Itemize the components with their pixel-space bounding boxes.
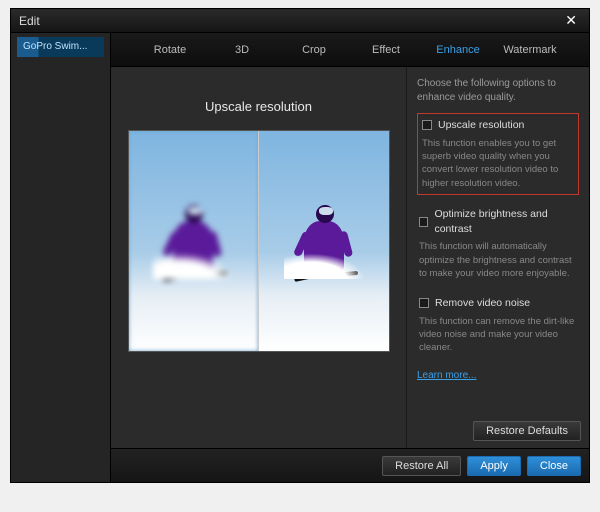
tab-crop[interactable]: Crop xyxy=(278,33,350,67)
footer-bar: Restore Defaults Restore All Apply Close xyxy=(111,448,589,482)
restore-defaults-button[interactable]: Restore Defaults xyxy=(473,421,581,441)
apply-button[interactable]: Apply xyxy=(467,456,521,476)
before-image xyxy=(129,131,259,351)
learn-more-link[interactable]: Learn more... xyxy=(417,369,476,383)
option-brightness: Optimize brightness and contrast This fu… xyxy=(417,203,579,284)
checkbox-brightness[interactable]: Optimize brightness and contrast xyxy=(419,207,577,236)
preview-title: Upscale resolution xyxy=(205,99,312,114)
close-button[interactable]: Close xyxy=(527,456,581,476)
option-desc: This function can remove the dirt-like v… xyxy=(419,315,577,355)
edit-window: Edit ✕ GoPro Swim... Rotate 3D Crop Effe… xyxy=(10,8,590,483)
tab-3d[interactable]: 3D xyxy=(206,33,278,67)
clip-thumbnail[interactable]: GoPro Swim... xyxy=(17,37,104,57)
preview-pane: Upscale resolution Before After xyxy=(111,67,406,448)
checkbox-upscale[interactable]: Upscale resolution xyxy=(422,118,574,133)
checkbox-icon xyxy=(419,298,429,308)
option-desc: This function enables you to get superb … xyxy=(422,137,574,190)
tab-watermark[interactable]: Watermark xyxy=(494,33,566,67)
checkbox-noise[interactable]: Remove video noise xyxy=(419,296,577,311)
titlebar: Edit ✕ xyxy=(11,9,589,33)
checkbox-icon xyxy=(422,120,432,130)
close-icon[interactable]: ✕ xyxy=(561,12,581,29)
option-upscale: Upscale resolution This function enables… xyxy=(417,113,579,195)
option-desc: This function will automatically optimiz… xyxy=(419,240,577,280)
clip-sidebar: GoPro Swim... xyxy=(11,33,111,482)
after-image xyxy=(258,131,389,351)
tab-effect[interactable]: Effect xyxy=(350,33,422,67)
restore-all-button[interactable]: Restore All xyxy=(382,456,461,476)
option-label: Optimize brightness and contrast xyxy=(434,207,577,236)
option-label: Upscale resolution xyxy=(438,118,524,133)
enhance-panel: Choose the following options to enhance … xyxy=(406,67,589,448)
before-after-box: Before After xyxy=(128,130,390,352)
option-noise: Remove video noise This function can rem… xyxy=(417,292,579,359)
enhance-intro: Choose the following options to enhance … xyxy=(417,77,579,105)
tab-enhance[interactable]: Enhance xyxy=(422,33,494,67)
window-title: Edit xyxy=(19,14,40,28)
tab-rotate[interactable]: Rotate xyxy=(134,33,206,67)
checkbox-icon xyxy=(419,217,428,227)
option-label: Remove video noise xyxy=(435,296,530,311)
tab-bar: Rotate 3D Crop Effect Enhance Watermark xyxy=(111,33,589,67)
